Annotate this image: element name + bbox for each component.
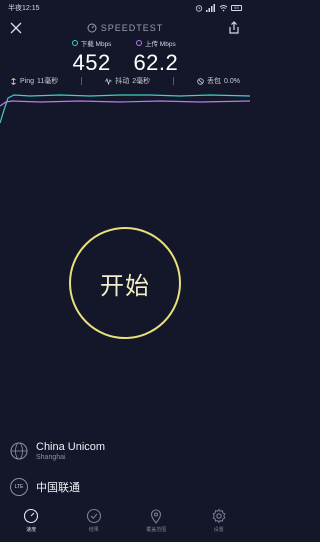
- upload-label-row: 上传 Mbps: [133, 38, 178, 48]
- close-icon[interactable]: [8, 20, 24, 36]
- upload-value: 62.2: [133, 50, 179, 75]
- status-bar: 半夜12:15 69: [0, 0, 250, 16]
- upload-label: 上传 Mbps: [145, 41, 176, 48]
- loss-label: 丢包: [207, 78, 222, 85]
- speedometer-icon: [24, 508, 39, 524]
- speedtest-logo: SPEEDTEST: [87, 23, 164, 33]
- nav-speed[interactable]: 速度: [1, 508, 61, 533]
- nav-settings-label: 设置: [213, 527, 224, 533]
- wifi-icon: [219, 5, 228, 12]
- battery-icon: 69: [231, 5, 242, 11]
- ping-label: Ping: [20, 77, 35, 85]
- nav-settings[interactable]: 设置: [189, 508, 249, 533]
- status-time: 半夜12:15: [8, 5, 40, 12]
- brand-label: SPEEDTEST: [100, 23, 164, 33]
- nav-results-label: 结果: [88, 527, 99, 533]
- isp-name: China Unicom: [36, 441, 106, 453]
- loss-stat: 丢包 0.0%: [197, 76, 240, 86]
- map-pin-icon: [151, 509, 162, 524]
- upload-arrow-icon: [136, 40, 142, 46]
- download-metric: 下载 Mbps 452: [71, 38, 112, 76]
- network-name: 中国联通: [36, 482, 80, 494]
- isp-info[interactable]: China Unicom Shanghai: [10, 441, 105, 461]
- upload-graph-line: [0, 100, 250, 107]
- signal-icon: [206, 4, 215, 12]
- ping-icon: [11, 77, 16, 85]
- download-value: 452: [72, 50, 111, 75]
- ping-stat: Ping 11毫秒: [10, 76, 58, 86]
- top-bar: SPEEDTEST: [0, 18, 250, 38]
- nav-coverage[interactable]: 覆盖范围: [126, 508, 186, 533]
- gear-icon: [212, 508, 226, 524]
- share-icon[interactable]: [226, 20, 242, 36]
- speed-graph: [0, 94, 250, 124]
- download-graph-line: [0, 94, 250, 124]
- nav-results[interactable]: 结果: [64, 508, 124, 533]
- alarm-icon: [195, 5, 203, 12]
- speed-metrics: 下载 Mbps 452 上传 Mbps 62.2: [0, 38, 250, 76]
- jitter-value: 2毫秒: [132, 78, 151, 85]
- divider: [173, 77, 175, 85]
- checkmark-circle-icon: [86, 508, 101, 524]
- download-label-row: 下载 Mbps: [71, 38, 112, 48]
- nav-speed-label: 速度: [26, 527, 37, 533]
- isp-text: China Unicom Shanghai: [36, 441, 105, 461]
- isp-location: Shanghai: [36, 454, 66, 461]
- jitter-label: 抖动: [115, 78, 130, 85]
- download-label: 下载 Mbps: [80, 41, 112, 48]
- jitter-stat: 抖动 2毫秒: [105, 76, 150, 86]
- speedtest-gauge-icon: [87, 23, 97, 33]
- ping-value: 11毫秒: [37, 78, 59, 85]
- network-info[interactable]: LTE 中国联通: [10, 478, 80, 496]
- nav-coverage-label: 覆盖范围: [146, 527, 167, 533]
- jitter-icon: [105, 77, 112, 85]
- status-icons: 69: [195, 4, 242, 12]
- loss-value: 0.0%: [224, 77, 240, 85]
- divider: [81, 77, 83, 85]
- start-button-label: 开始: [100, 272, 150, 300]
- bottom-nav: 速度 结果 覆盖范围 设置: [0, 508, 250, 542]
- stats-row: Ping 11毫秒 抖动 2毫秒 丢包 0.0%: [10, 75, 240, 87]
- download-arrow-icon: [71, 40, 78, 46]
- lte-icon: LTE: [10, 478, 28, 496]
- packet-loss-icon: [197, 77, 204, 85]
- globe-icon: [10, 442, 28, 460]
- upload-metric: 上传 Mbps 62.2: [133, 38, 178, 76]
- start-button[interactable]: 开始: [69, 227, 181, 339]
